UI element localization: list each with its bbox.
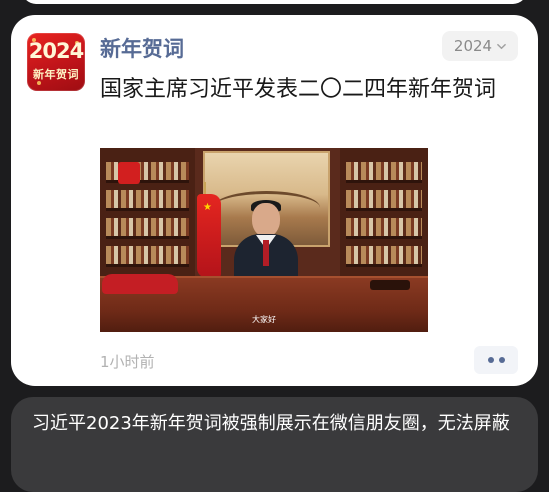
national-flag: ★: [197, 194, 221, 278]
broadcaster-logo: [118, 162, 140, 184]
post-headline[interactable]: 国家主席习近平发表二〇二四年新年贺词: [100, 73, 525, 106]
ad-tag-label: 2024: [453, 37, 493, 55]
new-year-app-icon[interactable]: 2024 新年贺词: [27, 33, 85, 91]
app-icon-year: 2024: [28, 39, 84, 63]
chevron-down-icon: [497, 43, 506, 49]
more-options-button[interactable]: [474, 346, 518, 374]
video-subtitle: 大家好: [252, 315, 276, 324]
post-timestamp: 1小时前: [100, 353, 155, 371]
desk-folder: [370, 280, 410, 290]
video-thumbnail[interactable]: ★ 大家好: [100, 148, 428, 332]
app-icon-subtitle: 新年贺词: [33, 68, 79, 81]
bookshelf-left: [100, 148, 195, 283]
ad-tag-dropdown[interactable]: 2024: [442, 31, 518, 61]
account-name-link[interactable]: 新年贺词: [100, 33, 184, 63]
moments-ad-card: 2024 新年贺词 新年贺词 2024 国家主席习近平发表二〇二四年新年贺词 ★: [11, 15, 538, 386]
speaker-head: [252, 203, 280, 237]
previous-card-edge: [22, 0, 527, 4]
caption-text: 习近平2023年新年贺词被强制展示在微信朋友圈，无法屏蔽: [32, 413, 510, 434]
more-dots-icon: [487, 357, 494, 363]
red-telephones: [102, 274, 178, 294]
bookshelf-right: [340, 148, 428, 283]
